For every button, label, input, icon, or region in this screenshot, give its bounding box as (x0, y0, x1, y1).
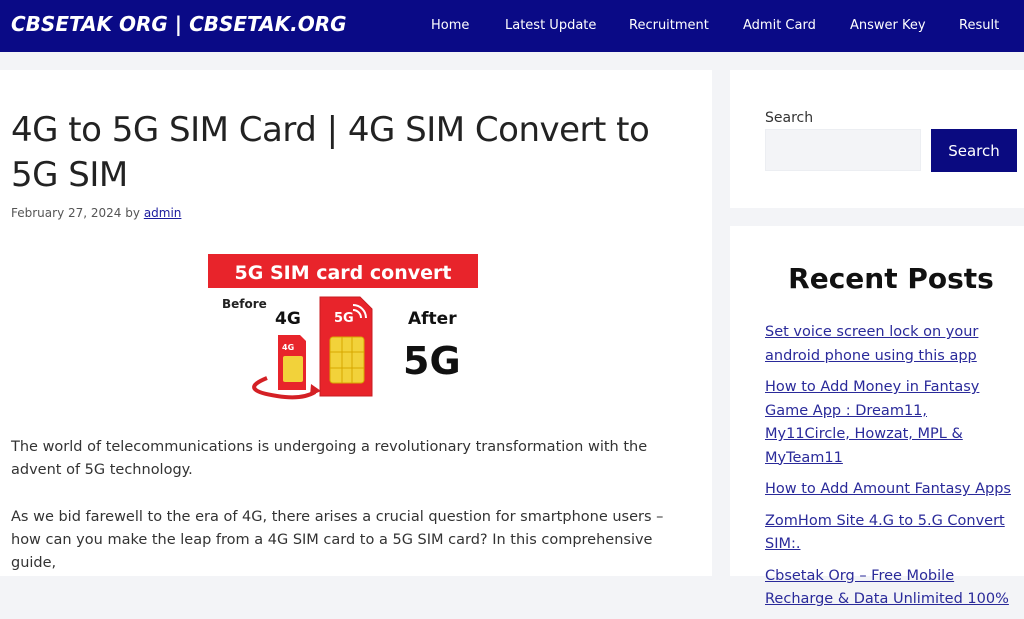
hero-image: 5G SIM card convert Before 4G 5G 4G Afte… (207, 252, 482, 407)
list-item: Set voice screen lock on your android ph… (765, 320, 1015, 367)
article-meta: February 27, 2024 by admin (11, 206, 181, 220)
article-paragraph: As we bid farewell to the era of 4G, the… (11, 509, 664, 571)
before-label: Before (222, 297, 267, 311)
search-button[interactable]: Search (931, 129, 1017, 172)
site-header: CBSETAK ORG | CBSETAK.ORG Home Latest Up… (0, 0, 1024, 52)
old-network-label: 4G (275, 309, 301, 329)
list-item: Cbsetak Org – Free Mobile Recharge & Dat… (765, 564, 1015, 611)
sim-convert-illustration: 5G SIM card convert Before 4G 5G 4G Afte… (208, 254, 478, 400)
list-item: ZomHom Site 4.G to 5.G Convert SIM:. (765, 509, 1015, 556)
article-title: 4G to 5G SIM Card | 4G SIM Convert to 5G… (11, 110, 650, 195)
nav-answer-key[interactable]: Answer Key (850, 18, 926, 33)
recent-post-link[interactable]: Set voice screen lock on your android ph… (765, 324, 978, 364)
small-sim-label: 4G (282, 343, 294, 352)
list-item: How to Add Amount Fantasy Apps (765, 477, 1015, 501)
banner-text: 5G SIM card convert (235, 262, 452, 284)
search-label: Search (765, 110, 814, 126)
main-nav: Home Latest Update Recruitment Admit Car… (0, 18, 1024, 38)
search-input[interactable] (765, 129, 921, 171)
by-label: by (125, 206, 140, 220)
arrow-head-icon (310, 384, 321, 396)
list-item: How to Add Money in Fantasy Game App : D… (765, 375, 1015, 469)
small-sim-icon: 4G (278, 335, 306, 390)
recent-post-link[interactable]: ZomHom Site 4.G to 5.G Convert SIM:. (765, 513, 1005, 553)
recent-posts-list: Set voice screen lock on your android ph… (765, 320, 1015, 619)
author-link[interactable]: admin (144, 206, 182, 220)
after-label: After (408, 309, 457, 329)
nav-result[interactable]: Result (959, 18, 999, 33)
nav-latest-update[interactable]: Latest Update (505, 18, 596, 33)
recent-posts-title: Recent Posts (788, 262, 994, 295)
nav-admit-card[interactable]: Admit Card (743, 18, 816, 33)
nav-recruitment[interactable]: Recruitment (629, 18, 709, 33)
new-network-label: 5G (403, 339, 461, 383)
recent-post-link[interactable]: Cbsetak Org – Free Mobile Recharge & Dat… (765, 568, 1009, 608)
nav-home[interactable]: Home (431, 18, 469, 33)
recent-post-link[interactable]: How to Add Money in Fantasy Game App : D… (765, 379, 979, 466)
article-paragraph: The world of telecommunications is under… (11, 439, 648, 478)
recent-post-link[interactable]: How to Add Amount Fantasy Apps (765, 481, 1011, 497)
big-sim-label: 5G (334, 311, 354, 326)
big-sim-icon: 5G (319, 296, 373, 397)
post-date: February 27, 2024 (11, 206, 122, 220)
